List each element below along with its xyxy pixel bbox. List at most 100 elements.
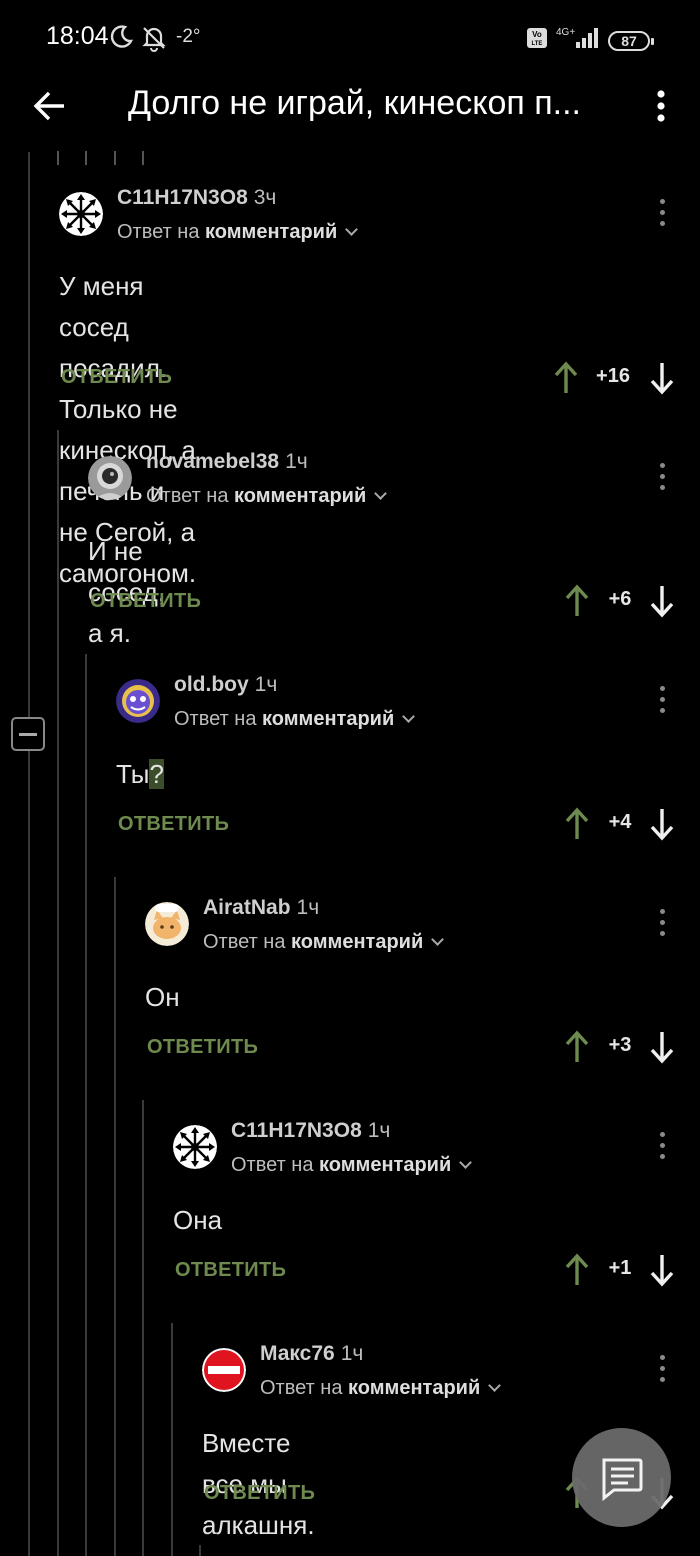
write-comment-fab[interactable]: [572, 1428, 671, 1527]
avatar[interactable]: [116, 679, 160, 723]
thread-tick: [142, 151, 144, 165]
upvote-button[interactable]: [553, 361, 579, 395]
arrow-down-icon: [650, 586, 674, 618]
chevron-down-icon: [488, 1379, 502, 1392]
vote-control: +1: [564, 1253, 677, 1287]
more-vertical-icon[interactable]: [657, 463, 667, 497]
author-name[interactable]: AiratNab: [203, 896, 291, 919]
cat-avatar-icon: [145, 902, 189, 946]
author-name[interactable]: C11H17N3O8: [231, 1119, 362, 1142]
reply-target[interactable]: комментарий: [205, 221, 337, 243]
comment-text: Он: [145, 977, 180, 1018]
vote-score: +4: [608, 811, 632, 833]
upvote-button[interactable]: [564, 584, 590, 618]
status-time: 18:04: [46, 22, 109, 50]
more-vertical-icon[interactable]: [657, 199, 667, 233]
chevron-down-icon: [374, 487, 388, 500]
vote-control: +4: [564, 807, 677, 841]
reply-to[interactable]: Ответ на комментарий: [146, 485, 388, 508]
temperature-text: -2°: [176, 26, 201, 47]
more-vertical-icon[interactable]: [657, 686, 667, 720]
avatar[interactable]: [202, 1348, 246, 1392]
reply-target[interactable]: комментарий: [348, 1377, 480, 1399]
app-bar: Долго не играй, кинескоп п...: [0, 76, 700, 142]
comment-time: 1ч: [367, 1119, 391, 1142]
comment-author[interactable]: Макс76 1ч: [260, 1342, 363, 1366]
reply-to[interactable]: Ответ на комментарий: [260, 1377, 502, 1400]
vote-score: +1: [608, 1257, 632, 1279]
signal-icon: 4G+: [556, 26, 600, 55]
upvote-button[interactable]: [564, 807, 590, 841]
reply-button[interactable]: ОТВЕТИТЬ: [90, 590, 201, 613]
upvote-button[interactable]: [564, 1030, 590, 1064]
avatar[interactable]: [59, 192, 103, 236]
comment-author[interactable]: C11H17N3O8 3ч: [117, 186, 276, 210]
downvote-button[interactable]: [649, 1030, 675, 1064]
author-name[interactable]: C11H17N3O8: [117, 186, 248, 209]
arrow-up-icon: [565, 1030, 589, 1062]
reply-to-label: Ответ на: [146, 485, 229, 507]
comment-author[interactable]: old.boy 1ч: [174, 673, 277, 697]
arrow-down-icon: [650, 809, 674, 841]
reply-button[interactable]: ОТВЕТИТЬ: [147, 1036, 258, 1059]
reply-button[interactable]: ОТВЕТИТЬ: [175, 1259, 286, 1282]
chevron-down-icon: [345, 223, 359, 236]
vote-control: +3: [564, 1030, 677, 1064]
reply-target[interactable]: комментарий: [234, 485, 366, 507]
reply-target[interactable]: комментарий: [319, 1154, 451, 1176]
comment-time: 3ч: [253, 186, 277, 209]
avatar[interactable]: [145, 902, 189, 946]
reply-to-label: Ответ на: [231, 1154, 314, 1176]
chevron-down-icon: [459, 1156, 473, 1169]
more-vertical-icon[interactable]: [657, 1355, 667, 1389]
author-name[interactable]: Макс76: [260, 1342, 335, 1365]
reply-to[interactable]: Ответ на комментарий: [231, 1154, 473, 1177]
comment-time: 1ч: [340, 1342, 364, 1365]
author-name[interactable]: old.boy: [174, 673, 249, 696]
battery-indicator: 87: [608, 30, 654, 51]
downvote-button[interactable]: [649, 807, 675, 841]
author-name[interactable]: novamebel38: [146, 450, 279, 473]
reply-to[interactable]: Ответ на комментарий: [117, 221, 359, 244]
overflow-menu-button[interactable]: [646, 82, 676, 128]
reply-to[interactable]: Ответ на комментарий: [203, 931, 445, 954]
more-vertical-icon[interactable]: [657, 1132, 667, 1166]
arrow-up-icon: [565, 1253, 589, 1285]
radial-arrows-avatar-icon: [59, 192, 103, 236]
downvote-button[interactable]: [649, 361, 675, 395]
page-title: Долго не играй, кинескоп п...: [128, 84, 581, 122]
reply-button[interactable]: ОТВЕТИТЬ: [61, 366, 172, 389]
thread-line: [142, 1100, 144, 1556]
comment-author[interactable]: novamebel38 1ч: [146, 450, 308, 474]
reply-target[interactable]: комментарий: [262, 708, 394, 730]
comment-author[interactable]: C11H17N3O8 1ч: [231, 1119, 390, 1143]
thread-line: [57, 430, 59, 1556]
status-right-group: Vo LTE 4G+ 87: [526, 26, 654, 55]
reply-button[interactable]: ОТВЕТИТЬ: [204, 1482, 315, 1505]
avatar[interactable]: [88, 456, 132, 500]
vote-score: +16: [596, 365, 630, 387]
downvote-button[interactable]: [649, 1253, 675, 1287]
arrow-down-icon: [650, 363, 674, 395]
moon-icon: [108, 24, 134, 55]
thread-line: [28, 152, 30, 1556]
text-selection-highlight[interactable]: ?: [149, 759, 164, 789]
upvote-button[interactable]: [564, 1253, 590, 1287]
comment-text-line: Он: [145, 982, 180, 1012]
reply-target[interactable]: комментарий: [291, 931, 423, 953]
vote-score: +3: [608, 1034, 632, 1056]
comment-text-line: Она: [173, 1205, 223, 1235]
comment-author[interactable]: AiratNab 1ч: [203, 896, 319, 920]
collapse-thread-button[interactable]: [11, 717, 45, 751]
reply-button[interactable]: ОТВЕТИТЬ: [118, 813, 229, 836]
back-button[interactable]: [28, 82, 74, 128]
reply-to-label: Ответ на: [174, 708, 257, 730]
avatar[interactable]: [173, 1125, 217, 1169]
network-label: 4G+: [556, 27, 575, 38]
reply-to[interactable]: Ответ на комментарий: [174, 708, 416, 731]
volte-icon: Vo LTE: [526, 27, 548, 54]
more-vertical-icon[interactable]: [657, 909, 667, 943]
chevron-down-icon: [402, 710, 416, 723]
downvote-button[interactable]: [649, 584, 675, 618]
radial-arrows-avatar-icon: [173, 1125, 217, 1169]
